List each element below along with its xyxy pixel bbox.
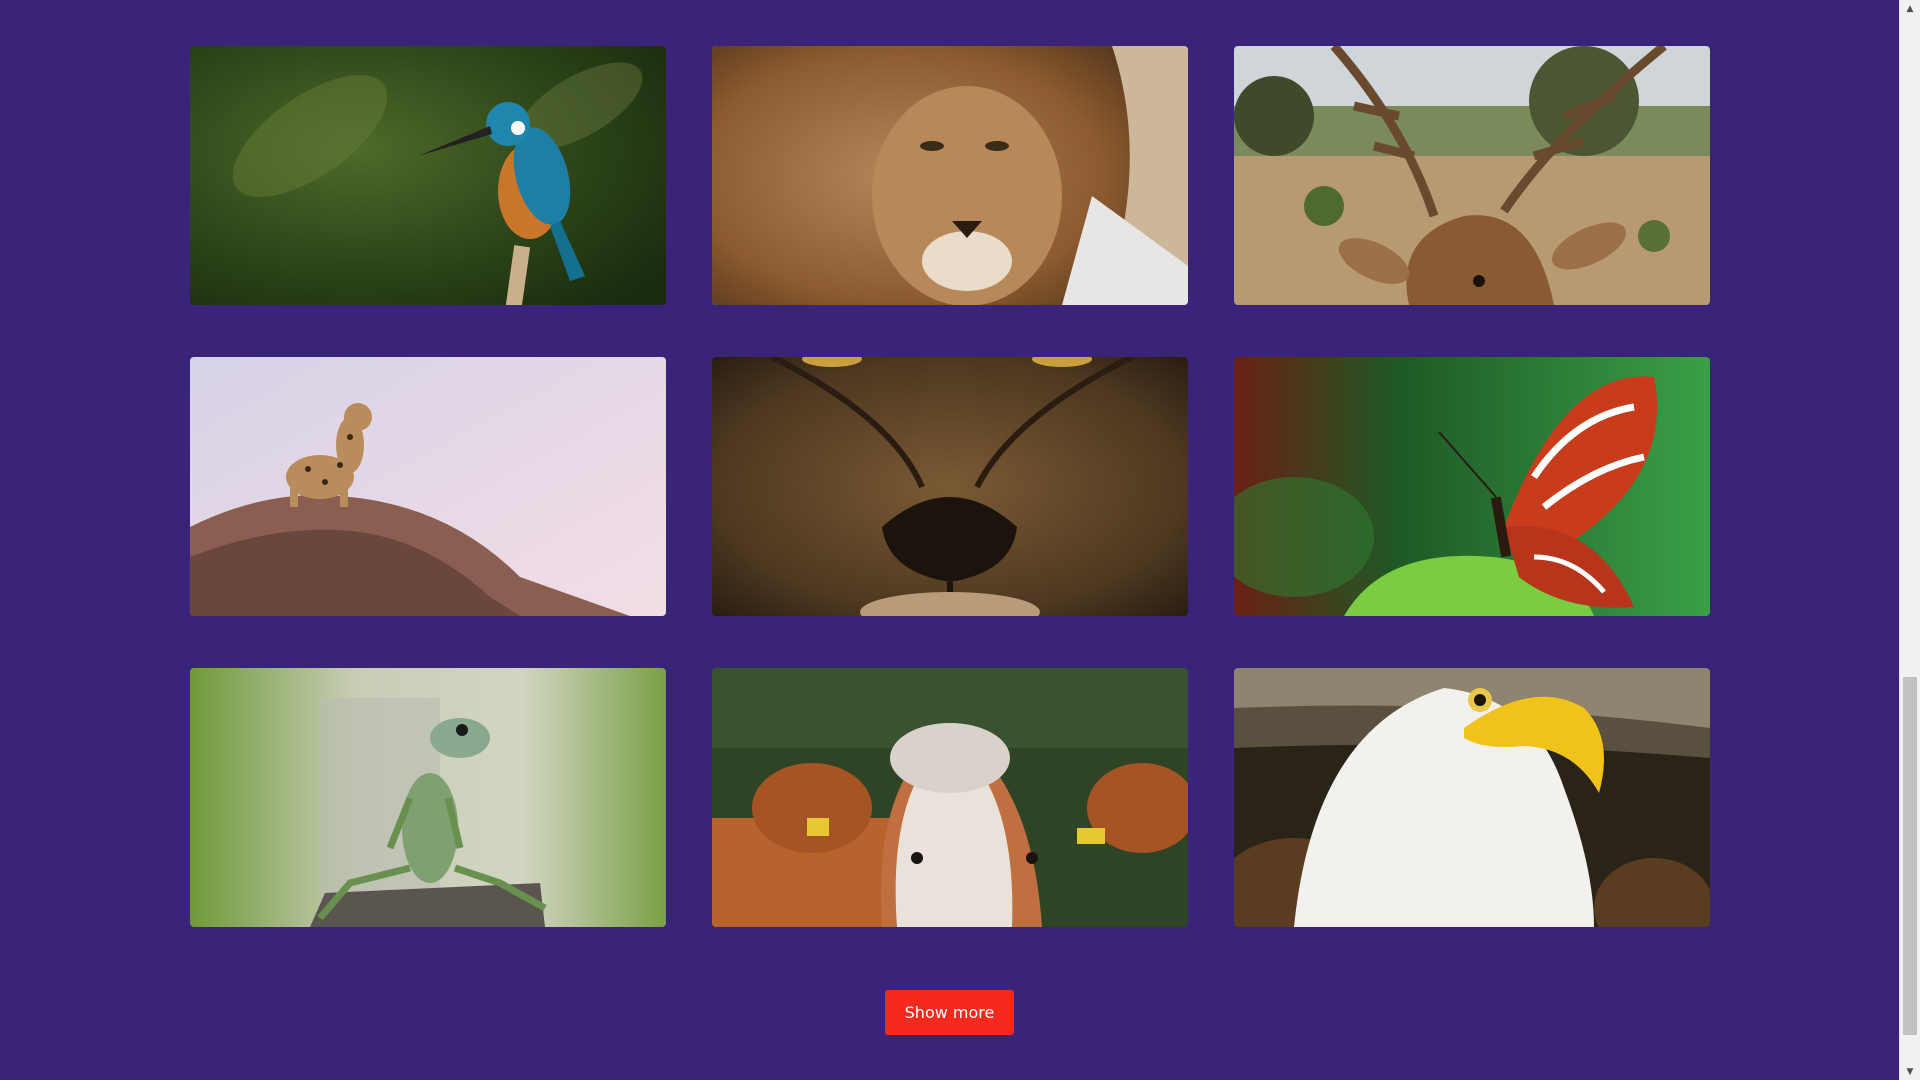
page: Show more ▲ ▼ (0, 0, 1920, 1080)
lion-image (712, 46, 1188, 305)
kingfisher-image (190, 46, 666, 305)
photo-card-leopard[interactable] (190, 357, 666, 616)
photo-gallery (190, 46, 1710, 927)
lion-closeup-image (712, 357, 1188, 616)
butterfly-image (1234, 357, 1710, 616)
bald-eagle-image (1234, 668, 1710, 927)
leopard-image (190, 357, 666, 616)
photo-card-bald-eagle[interactable] (1234, 668, 1710, 927)
photo-card-cow[interactable] (712, 668, 1188, 927)
scroll-down-arrow-icon[interactable]: ▼ (1900, 1063, 1920, 1080)
vertical-scrollbar[interactable]: ▲ ▼ (1899, 0, 1920, 1080)
photo-card-lizard[interactable] (190, 668, 666, 927)
deer-image (1234, 46, 1710, 305)
photo-card-kingfisher[interactable] (190, 46, 666, 305)
photo-card-lion-closeup[interactable] (712, 357, 1188, 616)
scrollbar-thumb[interactable] (1903, 677, 1917, 1035)
photo-card-butterfly[interactable] (1234, 357, 1710, 616)
lizard-image (190, 668, 666, 927)
show-more-button[interactable]: Show more (885, 990, 1014, 1035)
cow-image (712, 668, 1188, 927)
photo-card-lion[interactable] (712, 46, 1188, 305)
photo-card-deer[interactable] (1234, 46, 1710, 305)
scroll-up-arrow-icon[interactable]: ▲ (1900, 0, 1920, 17)
